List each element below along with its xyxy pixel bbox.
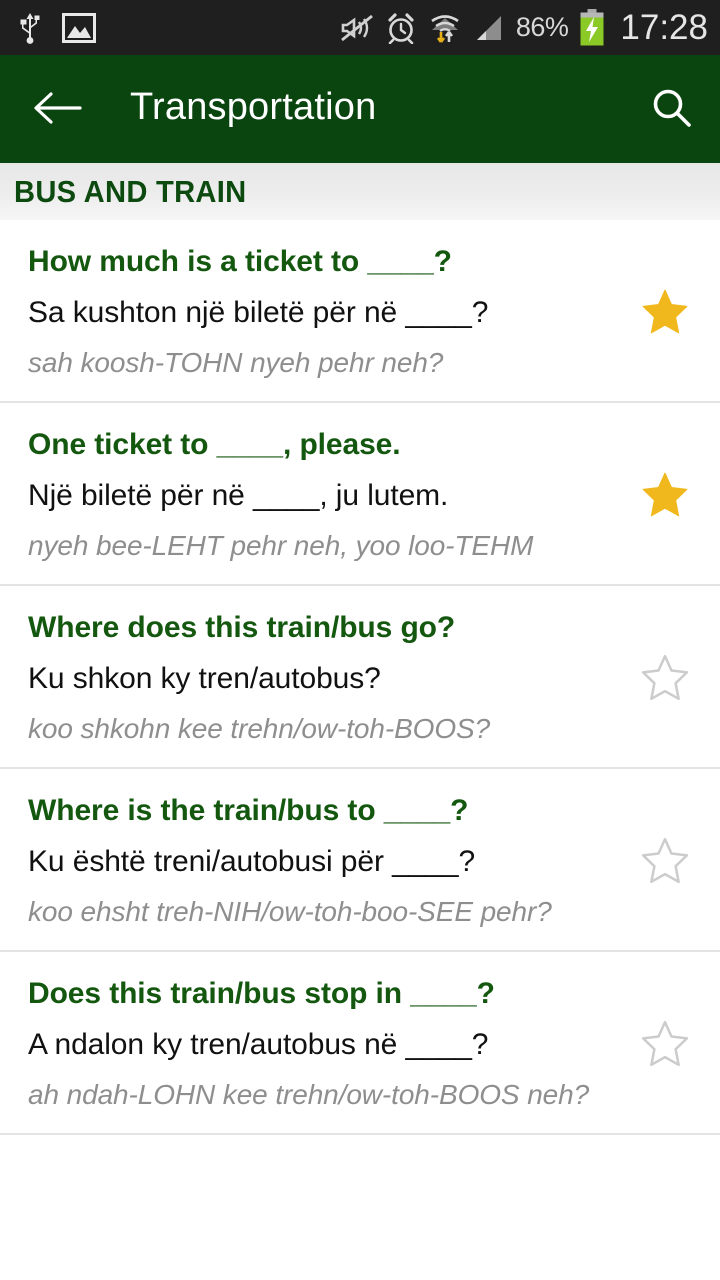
phrase-pronunciation: koo shkohn kee trehn/ow-toh-BOOS?	[28, 712, 491, 744]
back-arrow-icon[interactable]	[32, 90, 82, 126]
battery-percent-label: 86%	[515, 12, 569, 42]
phrase-english: Does this train/bus stop in ____?	[28, 977, 495, 1011]
status-bar: 86% 17:28	[0, 0, 720, 55]
page-title: Transportation	[130, 86, 377, 128]
phrase-english: Where is the train/bus to ____?	[28, 794, 469, 828]
star-outline-icon[interactable]	[639, 1019, 691, 1069]
phrase-texts: One ticket to ____, please. Një biletë pë…	[0, 425, 610, 564]
favorite-star-button[interactable]	[610, 425, 720, 564]
star-filled-icon[interactable]	[639, 470, 691, 520]
favorite-star-button[interactable]	[610, 791, 720, 930]
phrase-english: One ticket to ____, please.	[28, 428, 401, 462]
phrase-pronunciation: sah koosh-TOHN nyeh pehr neh?	[28, 346, 444, 378]
signal-bars-icon	[473, 13, 505, 43]
star-outline-icon[interactable]	[639, 653, 691, 703]
favorite-star-button[interactable]	[610, 974, 720, 1113]
screenshot-image-icon	[62, 12, 96, 43]
star-outline-icon[interactable]	[639, 836, 691, 886]
status-bar-clock: 17:28	[620, 7, 708, 47]
app-bar: Transportation	[0, 55, 720, 160]
phrase-texts: Where is the train/bus to ____? Ku është …	[0, 791, 610, 930]
status-bar-right-icons: 86% 17:28	[340, 8, 708, 48]
battery-charging-icon	[579, 8, 605, 47]
phrase-row[interactable]: Where is the train/bus to ____? Ku është …	[0, 769, 720, 953]
phrase-texts: How much is a ticket to ____? Sa kushton …	[0, 242, 610, 381]
phrase-list: How much is a ticket to ____? Sa kushton …	[0, 220, 720, 1136]
phrase-texts: Where does this train/bus go? Ku shkon ky…	[0, 608, 610, 747]
phrase-translation: Një biletë për në ____, ju lutem.	[28, 478, 449, 512]
phrase-pronunciation: koo ehsht treh-NIH/ow-toh-boo-SEE pehr?	[28, 895, 552, 927]
phrase-pronunciation: ah ndah-LOHN kee trehn/ow-toh-BOOS neh?	[28, 1078, 590, 1110]
phrase-row[interactable]: Where does this train/bus go? Ku shkon ky…	[0, 586, 720, 770]
star-filled-icon[interactable]	[639, 287, 691, 337]
status-bar-left-icons	[18, 11, 96, 45]
phrase-translation: Ku është treni/autobusi për ____?	[28, 844, 476, 878]
phrase-row[interactable]: One ticket to ____, please. Një biletë pë…	[0, 403, 720, 587]
vibrate-off-icon	[340, 12, 374, 44]
phrase-translation: Sa kushton një biletë për në ____?	[28, 295, 489, 329]
section-header-bus-and-train: BUS AND TRAIN	[0, 160, 720, 220]
wifi-transfer-icon	[428, 12, 462, 44]
phrase-texts: Does this train/bus stop in ____? A ndalo…	[0, 974, 610, 1113]
usb-icon	[18, 11, 42, 45]
phrase-translation: Ku shkon ky tren/autobus?	[28, 661, 381, 695]
phrase-translation: A ndalon ky tren/autobus në ____?	[28, 1027, 489, 1061]
alarm-clock-icon	[385, 12, 417, 44]
phrase-english: Where does this train/bus go?	[28, 611, 456, 645]
phrase-row[interactable]: How much is a ticket to ____? Sa kushton …	[0, 220, 720, 404]
section-header-label: BUS AND TRAIN	[14, 173, 247, 209]
search-icon[interactable]	[648, 85, 694, 131]
phrase-english: How much is a ticket to ____?	[28, 245, 452, 278]
favorite-star-button[interactable]	[610, 608, 720, 747]
phrase-pronunciation: nyeh bee-LEHT pehr neh, yoo loo-TEHM	[28, 529, 534, 561]
favorite-star-button[interactable]	[610, 242, 720, 381]
phrase-row[interactable]: Does this train/bus stop in ____? A ndalo…	[0, 952, 720, 1136]
